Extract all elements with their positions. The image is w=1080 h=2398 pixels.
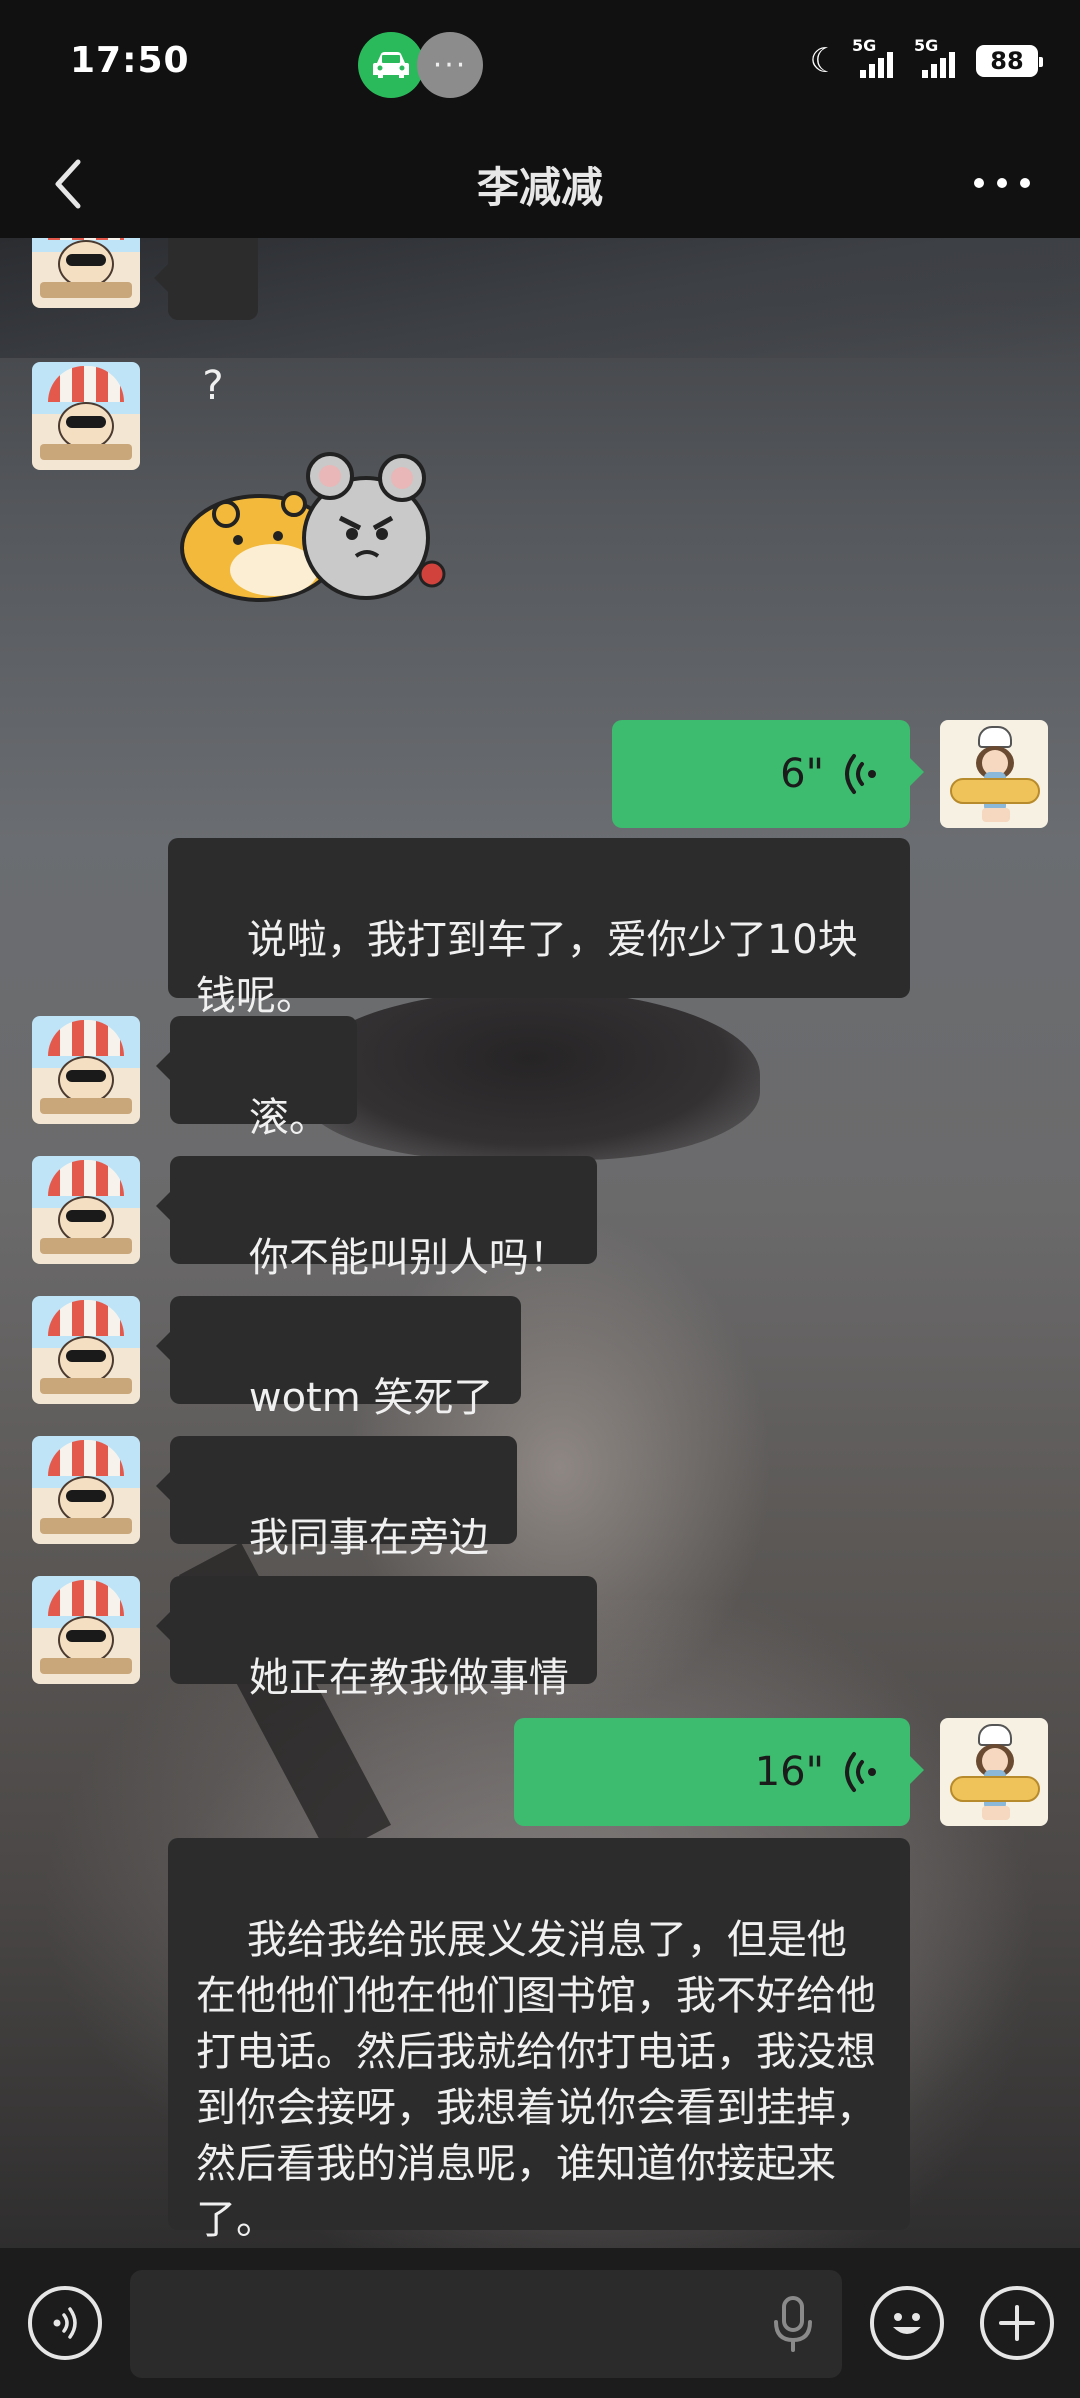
voice-transcript[interactable]: 我给我给张展义发消息了，但是他在他他们他在他们图书馆，我不好给他打电话。然后我就… (168, 1838, 910, 2243)
signal-icon: 5G (852, 36, 902, 78)
avatar[interactable] (32, 1156, 140, 1264)
voice-wave-icon (845, 1752, 876, 1792)
chat-header: 李减减 (0, 130, 1080, 238)
signal-icon: 5G (914, 36, 964, 78)
message-list[interactable]: ? 6" 说啦，我打到车了，爱你少了10块钱呢。 滚。 你不能叫别人吗！ wot… (0, 238, 1080, 2248)
voice-transcript[interactable]: 说啦，我打到车了，爱你少了10块钱呢。 (168, 838, 910, 1019)
message-bubble[interactable]: ? (154, 238, 258, 409)
message-text: 你不能叫别人吗！ (248, 1235, 569, 1281)
status-time: 17:50 (70, 40, 190, 81)
avatar[interactable] (940, 720, 1048, 828)
message-bubble[interactable]: 我同事在旁边 (156, 1436, 517, 1561)
message-text: 滚。 (248, 1095, 329, 1141)
message-input[interactable] (130, 2270, 842, 2378)
voice-message-bubble[interactable]: 16" (514, 1718, 924, 1826)
voice-duration: 6" (780, 751, 824, 797)
message-text: 她正在教我做事情 (248, 1655, 569, 1701)
avatar[interactable] (32, 238, 140, 308)
voice-wave-icon (845, 754, 876, 794)
avatar[interactable] (32, 1016, 140, 1124)
message-bubble[interactable]: 你不能叫别人吗！ (156, 1156, 597, 1281)
moon-icon: ☾ (809, 41, 840, 81)
message-text: 我同事在旁边 (248, 1515, 489, 1561)
avatar[interactable] (32, 362, 140, 470)
status-indicators: ☾ 5G 5G 88 (809, 36, 1043, 81)
avatar[interactable] (940, 1718, 1048, 1826)
transcript-text: 我给我给张展义发消息了，但是他在他他们他在他们图书馆，我不好给他打电话。然后我就… (196, 1917, 876, 2243)
avatar[interactable] (32, 1576, 140, 1684)
emoji-icon[interactable] (870, 2286, 944, 2360)
car-icon[interactable] (358, 32, 424, 98)
message-bubble[interactable]: 她正在教我做事情 (156, 1576, 597, 1701)
voice-duration: 16" (754, 1749, 824, 1795)
plus-icon[interactable] (980, 2286, 1054, 2360)
more-horizontal-icon[interactable] (974, 168, 1030, 198)
more-dots-icon[interactable]: ··· (417, 32, 483, 98)
microphone-icon[interactable] (770, 2294, 816, 2354)
message-text: ? (202, 363, 224, 409)
message-text: wotm 笑死了 (248, 1375, 494, 1421)
voice-message-bubble[interactable]: 6" (612, 720, 924, 828)
battery-icon: 88 (976, 45, 1043, 77)
hamster-and-mouse-sticker[interactable] (170, 448, 460, 608)
message-bubble[interactable]: wotm 笑死了 (155, 1296, 522, 1421)
transcript-text: 说啦，我打到车了，爱你少了10块钱呢。 (196, 917, 858, 1019)
battery-level: 88 (990, 47, 1024, 75)
message-bubble[interactable]: 滚。 (156, 1016, 357, 1141)
voice-mode-icon[interactable] (28, 2286, 102, 2360)
status-bar: 17:50 ··· ☾ 5G 5G 88 (0, 0, 1080, 130)
avatar[interactable] (32, 1296, 140, 1404)
input-bar (0, 2248, 1080, 2398)
chat-title: 李减减 (476, 163, 603, 212)
avatar[interactable] (32, 1436, 140, 1544)
